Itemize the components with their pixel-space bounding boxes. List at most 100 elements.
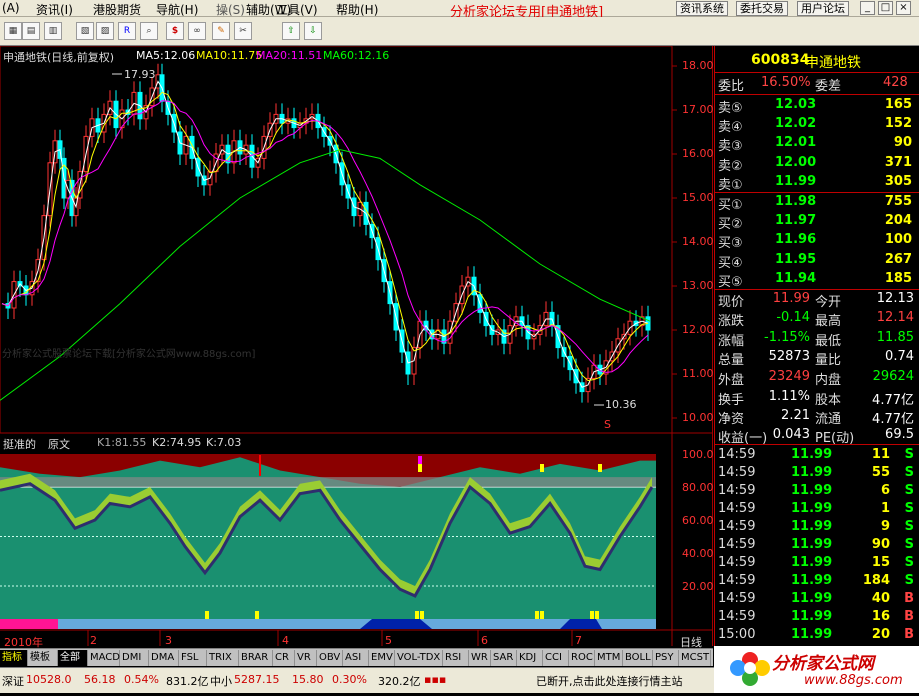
- tick-row: 14:59 11.99 184 S: [718, 573, 914, 588]
- tab-emv[interactable]: EMV: [369, 650, 395, 666]
- tab-boll[interactable]: BOLL: [623, 650, 653, 666]
- menu-item-op[interactable]: 操(S): [216, 1, 245, 18]
- stat-row: 外盘 23249 内盘 29624: [718, 368, 914, 388]
- ma5-label: MA5:12.06: [136, 49, 196, 62]
- zx-index-pct: 0.30%: [332, 673, 367, 686]
- ask-row: 卖③ 12.01 90: [718, 135, 912, 155]
- dollar-icon[interactable]: $: [166, 22, 184, 40]
- ask-row: 卖⑤ 12.03 165: [718, 97, 912, 116]
- indicator-tab-bar: 指标 模板 全部 MACD DMI DMA FSL TRIX BRAR CR VR OBV ASI EMV…: [0, 648, 713, 666]
- k-label: K:7.03: [206, 436, 242, 449]
- menu-item-tools[interactable]: 工具(V): [276, 1, 318, 18]
- grid2-icon[interactable]: ▤: [22, 22, 40, 40]
- logo-text: 分析家公式网: [772, 654, 874, 674]
- indicator-source: 原文: [48, 438, 70, 451]
- tick-row: 14:59 11.99 40 B: [718, 591, 914, 606]
- ask-row: 卖① 11.99 305: [718, 173, 912, 193]
- stat-row: 净资 2.21 流通 4.77亿: [718, 408, 914, 427]
- ask-row: 卖④ 12.02 152: [718, 116, 912, 136]
- menu-item-help[interactable]: 帮助(H): [336, 1, 378, 18]
- zx-index-label: 中小: [210, 675, 232, 688]
- minimize-button[interactable]: _: [860, 1, 875, 15]
- zx-index-value: 5287.15: [234, 673, 280, 686]
- tab-macd[interactable]: MACD: [88, 650, 120, 666]
- signal-marker: [590, 611, 594, 619]
- y-tick: 11.00: [682, 367, 714, 380]
- tab-kdj[interactable]: KDJ: [517, 650, 543, 666]
- tab-全部[interactable]: 全部: [58, 650, 88, 666]
- tab-指标[interactable]: 指标: [0, 650, 28, 666]
- tab-brar[interactable]: BRAR: [239, 650, 273, 666]
- ask-row: 卖② 12.00 371: [718, 154, 912, 174]
- tab-mcst[interactable]: MCST: [679, 650, 711, 666]
- logo-url: www.88gs.com: [804, 673, 903, 688]
- x-axis-label-apr: 4: [282, 634, 289, 647]
- y-tick: 10.00: [682, 411, 714, 424]
- menu-item-info[interactable]: 资讯(I): [36, 1, 73, 18]
- tab-wr[interactable]: WR: [469, 650, 491, 666]
- trade-button[interactable]: 委托交易: [736, 1, 788, 16]
- tab-rsi[interactable]: RSI: [443, 650, 469, 666]
- network-status-icon[interactable]: ▪▪▪: [424, 673, 446, 686]
- maximize-button[interactable]: □: [878, 1, 893, 15]
- tab-trix[interactable]: TRIX: [207, 650, 239, 666]
- bid-row: 买② 11.97 204: [718, 213, 912, 233]
- search-icon[interactable]: ⌕: [140, 22, 158, 40]
- close-button[interactable]: ×: [896, 1, 911, 15]
- tab-vr[interactable]: VR: [295, 650, 317, 666]
- tab-dma[interactable]: DMA: [149, 650, 179, 666]
- tools-icon[interactable]: ✂: [234, 22, 252, 40]
- signal-marker: [420, 611, 424, 619]
- tab-cr[interactable]: CR: [273, 650, 295, 666]
- main-chart-frame: [0, 46, 673, 434]
- chart3-icon[interactable]: ▨: [96, 22, 114, 40]
- tab-sar[interactable]: SAR: [491, 650, 517, 666]
- zx-index-change: 15.80: [292, 673, 324, 686]
- menu-item-a[interactable]: (A): [2, 1, 20, 15]
- connection-status-message[interactable]: 已断开,点击此处连接行情主站: [536, 673, 683, 689]
- zx-index-amount: 320.2亿: [378, 675, 421, 688]
- tab-roc[interactable]: ROC: [569, 650, 595, 666]
- link-icon[interactable]: ∞: [188, 22, 206, 40]
- tick-row: 14:59 11.99 15 S: [718, 555, 914, 570]
- tick-row: 14:59 11.99 1 S: [718, 501, 914, 516]
- down-arrow-icon[interactable]: ⇩: [304, 22, 322, 40]
- tab-cci[interactable]: CCI: [543, 650, 569, 666]
- menu-item-nav[interactable]: 导航(H): [156, 1, 198, 18]
- info-system-button[interactable]: 资讯系统: [676, 1, 728, 16]
- pen-icon[interactable]: ✎: [212, 22, 230, 40]
- y-tick: 14.00: [682, 235, 714, 248]
- stat-row: 收益(一) 0.043 PE(动) 69.5: [718, 427, 914, 446]
- tab-psy[interactable]: PSY: [653, 650, 679, 666]
- y-tick: 16.00: [682, 147, 714, 160]
- sz-index-pct: 0.54%: [124, 673, 159, 686]
- tab-mtm[interactable]: MTM: [595, 650, 623, 666]
- y-tick: 18.00: [682, 59, 714, 72]
- menu-item-hk-futures[interactable]: 港股期货: [93, 1, 141, 18]
- menu-bar: (A) 资讯(I) 港股期货 导航(H) 操(S) 辅助(W) 工具(V) 帮助…: [0, 0, 919, 20]
- logo: 分析家公式网 www.88gs.com: [714, 646, 919, 693]
- chart-area[interactable]: 申通地铁(日线,前复权) MA5:12.06 MA10:11.75 MA20:1…: [0, 46, 721, 649]
- up-arrow-icon[interactable]: ⇧: [282, 22, 300, 40]
- ind-y-tick: 60.00: [682, 514, 714, 527]
- chart2-icon[interactable]: ▧: [76, 22, 94, 40]
- tab-fsl[interactable]: FSL: [179, 650, 207, 666]
- forum-button[interactable]: 用户论坛: [797, 1, 849, 16]
- tab-asi[interactable]: ASI: [343, 650, 369, 666]
- stat-row: 换手 1.11% 股本 4.77亿: [718, 389, 914, 408]
- grid-icon[interactable]: ▦: [4, 22, 22, 40]
- tick-row: 14:59 11.99 90 S: [718, 537, 914, 552]
- stock-name: 申通地铁: [805, 55, 861, 71]
- rsi-icon[interactable]: R: [118, 22, 136, 40]
- tab-dmi[interactable]: DMI: [120, 650, 149, 666]
- x-axis-label-feb: 2: [90, 634, 97, 647]
- tab-vol-tdx[interactable]: VOL-TDX: [395, 650, 443, 666]
- stat-row: 现价 11.99 今开 12.13: [718, 291, 914, 310]
- x-axis-label-mar: 3: [165, 634, 172, 647]
- tab-模板[interactable]: 模板: [28, 650, 58, 666]
- ind-y-tick: 40.00: [682, 547, 714, 560]
- chart-icon[interactable]: ▥: [44, 22, 62, 40]
- toolbar: ▦ ▤ ▥ ▧ ▨ R ⌕ $ ∞ ✎ ✂ ⇧ ⇩: [0, 17, 919, 46]
- tab-obv[interactable]: OBV: [317, 650, 343, 666]
- stat-row: 总量 52873 量比 0.74: [718, 349, 914, 369]
